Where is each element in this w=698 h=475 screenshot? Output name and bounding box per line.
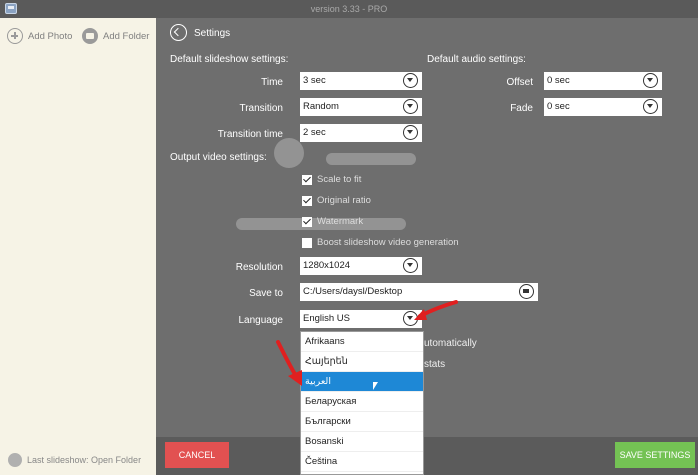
checkbox-box[interactable] [302,195,312,206]
stats-option-text: stats [424,359,446,370]
time-value: 3 sec [303,75,326,86]
bottom-bar: CANCEL SAVE SETTINGS [156,437,698,475]
slideshow-section-title: Default slideshow settings: [170,54,289,65]
transition-value: Random [303,101,339,112]
cancel-button[interactable]: CANCEL [165,442,229,468]
history-icon [8,453,22,467]
resolution-dropdown[interactable]: 1280x1024 [300,257,422,275]
add-folder-label: Add Folder [103,30,150,42]
audio-section-title: Default audio settings: [427,54,526,65]
checkbox-label: Watermark [317,216,364,227]
last-slideshow-label: Last slideshow: Open Folder [27,455,142,465]
transition-label: Transition [239,103,283,114]
time-dropdown[interactable]: 3 sec [300,72,422,90]
language-options-list[interactable]: Afrikaans Հայերեն العربية Беларуская Бъл… [300,331,424,475]
save-to-label: Save to [249,288,283,299]
checkbox-box[interactable] [302,174,312,185]
checkbox-box[interactable] [302,216,312,227]
folder-icon [82,28,98,44]
offset-label: Offset [506,77,534,88]
watermark-checkbox[interactable]: Watermark [302,216,363,227]
mouse-cursor-icon [373,382,378,390]
plus-icon [7,28,23,44]
fade-value: 0 sec [547,101,570,112]
language-value: English US [303,313,350,324]
back-arrow-icon[interactable] [170,24,187,41]
page-title: Settings [194,28,231,39]
save-to-value: C:/Users/daysl/Desktop [303,286,403,297]
chevron-down-icon[interactable] [643,99,658,114]
language-dropdown[interactable]: English US [300,310,422,328]
chevron-down-icon[interactable] [403,125,418,140]
browse-folder-icon[interactable] [519,284,534,299]
auto-option-text: utomatically [424,338,477,349]
language-option-selected[interactable]: العربية [301,372,423,392]
transition-time-value: 2 sec [303,127,326,138]
save-settings-button[interactable]: SAVE SETTINGS [615,442,695,468]
language-option[interactable]: Български [301,412,423,432]
settings-panel: Settings Default slideshow settings: Def… [156,18,698,437]
checkbox-box[interactable] [302,237,312,248]
original-ratio-checkbox[interactable]: Original ratio [302,195,371,206]
left-panel: Add Photo Add Folder Last slideshow: Ope… [0,18,156,475]
transition-time-dropdown[interactable]: 2 sec [300,124,422,142]
red-arrow-icon [276,340,302,386]
fade-label: Fade [510,103,533,114]
fade-dropdown[interactable]: 0 sec [544,98,662,116]
transition-dropdown[interactable]: Random [300,98,422,116]
watermark-logo-bar [326,153,416,165]
language-option[interactable]: Հայերեն [301,352,423,372]
scale-to-fit-checkbox[interactable]: Scale to fit [302,174,361,185]
red-arrow-icon [414,300,458,320]
resolution-value: 1280x1024 [303,260,351,271]
language-option[interactable]: Čeština [301,452,423,472]
offset-value: 0 sec [547,75,570,86]
checkbox-label: Scale to fit [317,174,362,185]
offset-dropdown[interactable]: 0 sec [544,72,662,90]
checkbox-label: Original ratio [317,195,371,206]
chevron-down-icon[interactable] [403,73,418,88]
language-option[interactable]: Afrikaans [301,332,423,352]
add-photo-label: Add Photo [28,30,73,42]
last-slideshow-link[interactable]: Last slideshow: Open Folder [8,453,141,467]
add-photo-button[interactable]: Add Photo [7,28,72,44]
checkbox-label: Boost slideshow video generation [317,237,459,248]
language-label: Language [238,315,284,326]
chevron-down-icon[interactable] [643,73,658,88]
language-option[interactable]: Беларуская [301,392,423,412]
title-bar: version 3.33 - PRO [0,0,698,18]
resolution-label: Resolution [235,262,283,273]
chevron-down-icon[interactable] [403,258,418,273]
transition-time-label: Transition time [217,129,283,140]
watermark-logo [274,138,304,168]
time-label: Time [261,77,283,88]
window-title: version 3.33 - PRO [310,4,388,14]
language-option[interactable]: Bosanski [301,432,423,452]
add-folder-button[interactable]: Add Folder [82,28,149,44]
output-section-title: Output video settings: [170,152,267,163]
boost-generation-checkbox[interactable]: Boost slideshow video generation [302,237,459,248]
chevron-down-icon[interactable] [403,99,418,114]
